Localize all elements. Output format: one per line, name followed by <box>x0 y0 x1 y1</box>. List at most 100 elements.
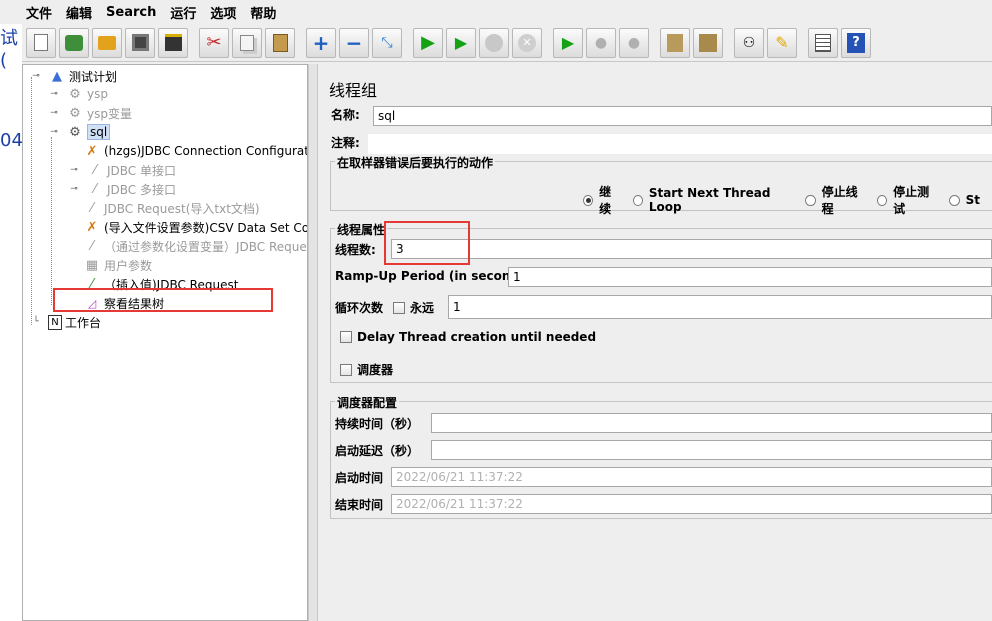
radio-stop-test[interactable]: 停止测试 <box>877 183 937 217</box>
open-button[interactable] <box>92 27 122 58</box>
error-action-radios: 继续 Start Next Thread Loop 停止线程 停止测试 St <box>583 183 992 217</box>
stop-icon <box>485 33 503 52</box>
start-button[interactable]: ▶ <box>413 27 443 58</box>
function-helper-button[interactable] <box>808 27 838 58</box>
expand-button[interactable]: + <box>306 27 336 58</box>
radio-continue[interactable]: 继续 <box>583 183 621 217</box>
tree-node-ysp[interactable]: ⊸ ⚙ ysp <box>45 85 108 103</box>
search-icon: ⚇ <box>742 34 756 51</box>
test-plan-tree[interactable]: ⊸ ▲ 测试计划 ⊸ ⚙ ysp ⊸ ⚙ ysp变量 ⊸ ⚙ sql ✗ (hz… <box>22 64 308 621</box>
startup-delay-row: 启动延迟（秒） <box>335 442 419 459</box>
clear-all-button[interactable] <box>693 27 723 58</box>
tree-node-jdbc-param[interactable]: ⁄ （通过参数化设置变量）JDBC Reque <box>83 237 307 255</box>
thread-group-gear-icon: ⚙ <box>69 105 81 121</box>
sampler-pipette-icon: ⁄ <box>93 162 97 178</box>
scheduler-checkbox[interactable] <box>340 363 352 376</box>
remote-shutdown-button[interactable]: ● <box>619 27 649 58</box>
remote-stop-button[interactable]: ● <box>586 27 616 58</box>
rampup-label: Ramp-Up Period (in seconds): <box>335 269 537 283</box>
start-no-pause-button[interactable]: ▶ <box>446 27 476 58</box>
expand-handle-icon[interactable]: ⊸ <box>27 68 45 84</box>
threads-input[interactable]: 3 <box>391 239 992 259</box>
expand-handle-icon[interactable]: ⊸ <box>65 181 83 197</box>
help-icon: ? <box>847 32 865 53</box>
remote-start-button[interactable]: ▶ <box>553 27 583 58</box>
loop-count-input[interactable]: 1 <box>448 295 992 319</box>
tree-node-test-plan[interactable]: ⊸ ▲ 测试计划 <box>27 67 117 85</box>
tree-node-jdbc-txt[interactable]: ⁄ JDBC Request(导入txt文档) <box>83 199 260 217</box>
save-button[interactable] <box>125 27 155 58</box>
menu-search[interactable]: Search <box>106 5 156 20</box>
radio-icon <box>583 194 594 206</box>
thread-group-gear-icon: ⚙ <box>69 124 81 140</box>
tree-node-user-params[interactable]: ▦ 用户参数 <box>83 256 152 274</box>
expand-icon: + <box>312 30 330 55</box>
start-time-label: 启动时间 <box>335 471 384 485</box>
end-time-row: 结束时间 <box>335 496 383 513</box>
expand-handle-icon[interactable]: ⊸ <box>45 124 63 140</box>
collapse-button[interactable]: − <box>339 27 369 58</box>
shutdown-button[interactable]: ✕ <box>512 27 542 58</box>
clear-button[interactable] <box>660 27 690 58</box>
copy-button[interactable] <box>232 27 262 58</box>
comment-input[interactable] <box>368 134 992 154</box>
stop-button[interactable] <box>479 27 509 58</box>
name-input[interactable]: sql <box>373 106 992 126</box>
expand-handle-icon[interactable]: ⊸ <box>45 105 63 121</box>
toggle-icon: ⤡ <box>381 34 393 51</box>
tree-guide-line <box>51 137 52 305</box>
radio-start-next-loop[interactable]: Start Next Thread Loop <box>632 186 794 214</box>
help-button[interactable]: ? <box>841 27 871 58</box>
clear-all-icon <box>699 33 717 52</box>
preprocessor-icon: ▦ <box>85 257 99 273</box>
menu-bar: 文件 编辑 Search 运行 选项 帮助 <box>0 0 992 24</box>
save-icon <box>131 34 149 51</box>
reset-search-icon: ✎ <box>775 33 789 52</box>
tree-node-sql[interactable]: ⊸ ⚙ sql <box>45 123 111 141</box>
toolbar: ✂ + − ⤡ ▶ ▶ ✕ ▶ ● ● ⚇ ✎ ? <box>22 24 992 62</box>
radio-stop-thread[interactable]: 停止线程 <box>805 183 865 217</box>
tree-node-jdbc-single[interactable]: ⊸ ⁄ JDBC 单接口 <box>65 161 176 179</box>
menu-options[interactable]: 选项 <box>210 3 236 22</box>
save-as-button[interactable] <box>158 27 188 58</box>
new-button[interactable] <box>26 27 56 58</box>
startup-delay-input[interactable] <box>431 440 992 460</box>
loop-label: 循环次数 <box>335 301 384 315</box>
menu-help[interactable]: 帮助 <box>250 3 276 22</box>
tree-node-jdbc-connection[interactable]: ✗ (hzgs)JDBC Connection Configuratio <box>83 142 307 160</box>
search-button[interactable]: ⚇ <box>734 27 764 58</box>
background-text-2: 04 <box>0 130 23 151</box>
menu-run[interactable]: 运行 <box>170 3 196 22</box>
tree-node-jdbc-multi[interactable]: ⊸ ⁄ JDBC 多接口 <box>65 180 176 198</box>
radio-icon <box>632 194 643 206</box>
menu-file[interactable]: 文件 <box>26 3 52 22</box>
sampler-error-legend: 在取样器错误后要执行的动作 <box>335 154 496 171</box>
collapse-icon: − <box>345 30 363 55</box>
expand-handle-icon[interactable]: ⊸ <box>65 162 83 178</box>
tree-node-ysp-vars[interactable]: ⊸ ⚙ ysp变量 <box>45 104 132 122</box>
toggle-button[interactable]: ⤡ <box>372 27 402 58</box>
panel-splitter[interactable] <box>308 64 318 621</box>
comment-label: 注释: <box>331 136 360 150</box>
templates-button[interactable] <box>59 27 89 58</box>
paste-button[interactable] <box>265 27 295 58</box>
delay-checkbox[interactable] <box>340 331 352 343</box>
menu-edit[interactable]: 编辑 <box>66 3 92 22</box>
duration-input[interactable] <box>431 413 992 433</box>
background-text-1: 试( <box>0 28 18 71</box>
config-tools-icon: ✗ <box>86 219 98 235</box>
forever-checkbox[interactable] <box>393 301 406 314</box>
expand-handle-icon[interactable]: ⊸ <box>45 86 63 102</box>
tree-node-workbench[interactable]: └ N 工作台 <box>27 313 101 331</box>
threads-label: 线程数: <box>335 243 376 257</box>
rampup-input[interactable]: 1 <box>508 267 992 287</box>
end-time-input[interactable]: 2022/06/21 11:37:22 <box>391 494 992 514</box>
start-time-input[interactable]: 2022/06/21 11:37:22 <box>391 467 992 487</box>
radio-stop-test-now[interactable]: St <box>948 193 980 207</box>
cut-button[interactable]: ✂ <box>199 27 229 58</box>
config-tools-icon: ✗ <box>86 143 98 159</box>
tree-node-csv-data-set[interactable]: ✗ (导入文件设置参数)CSV Data Set Cor <box>83 218 307 236</box>
reset-search-button[interactable]: ✎ <box>767 27 797 58</box>
start-time-row: 启动时间 <box>335 469 383 486</box>
scheduler-row: 调度器 <box>340 361 393 378</box>
